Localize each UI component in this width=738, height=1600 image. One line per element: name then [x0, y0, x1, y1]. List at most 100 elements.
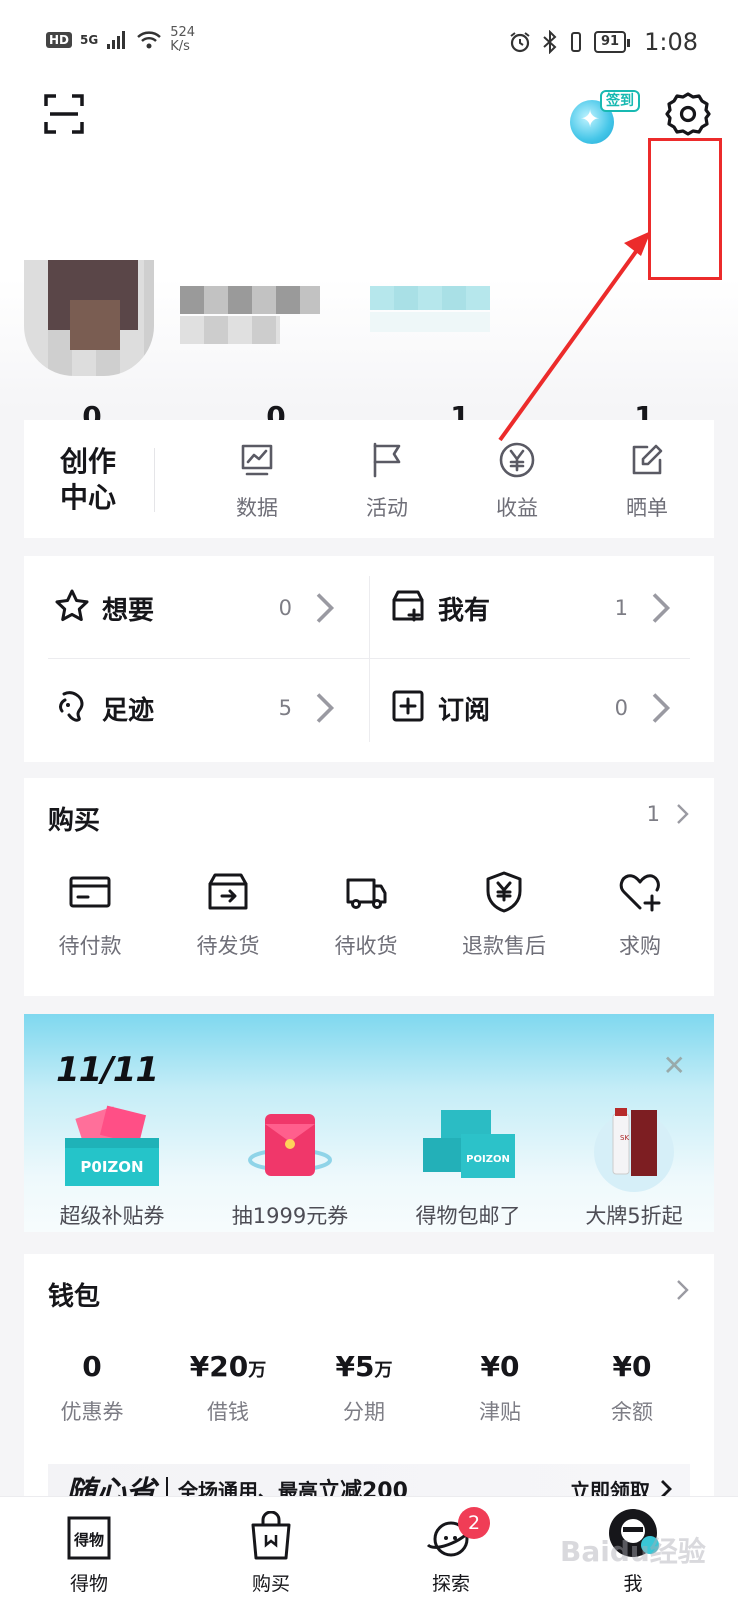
- promo-logo: 11/11: [56, 1050, 159, 1090]
- purchase-item-label: 待收货: [334, 934, 398, 958]
- svg-text:P0IZON: P0IZON: [80, 1158, 143, 1176]
- purchase-item-0[interactable]: 待付款: [30, 870, 150, 960]
- promo-image: POIZON: [413, 1104, 523, 1192]
- wallet-item-2[interactable]: ¥5万 分期: [304, 1350, 424, 1426]
- chart-icon: [237, 444, 277, 484]
- promo-banner[interactable]: 11/11 ✕ P0IZON 超级补贴券 抽1999元券 POIZON 得物包邮…: [24, 1014, 714, 1232]
- wallet-card: 钱包 0 优惠券 ¥20万 借钱 ¥5万 分期 ¥0 津贴 ¥0 余额 随心省 …: [24, 1254, 714, 1514]
- user-tag-blurred-2: [370, 312, 490, 332]
- creator-center-title[interactable]: 创作 中心: [60, 444, 120, 516]
- purchase-item-4[interactable]: 求购: [580, 870, 700, 960]
- promo-item-0[interactable]: P0IZON 超级补贴券: [32, 1104, 192, 1230]
- chevron-right-icon: [677, 1280, 689, 1300]
- promo-item-2[interactable]: POIZON 得物包邮了: [388, 1104, 548, 1230]
- net-speed-value: 524: [170, 25, 196, 40]
- gear-icon[interactable]: [664, 90, 712, 138]
- purchase-item-2[interactable]: 待收货: [306, 870, 426, 960]
- sign-in-label: 签到: [600, 90, 640, 112]
- wallet-value: 0: [32, 1350, 152, 1388]
- status-bar: HD 5G 524 K/s 91 1:08: [0, 0, 738, 80]
- collection-2[interactable]: 足迹 5: [54, 678, 354, 738]
- creator-item-0[interactable]: 数据: [212, 440, 302, 522]
- chevron-right-icon: [677, 804, 689, 824]
- tab-label: 购买: [251, 1573, 290, 1595]
- creator-item-2[interactable]: 收益: [472, 440, 562, 522]
- svg-text:SK: SK: [620, 1134, 629, 1142]
- collection-count: 0: [614, 696, 628, 720]
- wallet-label: 余额: [611, 1400, 653, 1424]
- creator-item-1[interactable]: 活动: [342, 440, 432, 522]
- purchase-item-label: 求购: [619, 934, 661, 958]
- collection-label: 足迹: [102, 695, 155, 726]
- promo-item-label: 超级补贴券: [59, 1204, 165, 1228]
- wallet-label: 借钱: [207, 1400, 249, 1424]
- battery-indicator: 91: [594, 31, 631, 53]
- wallet-value: ¥20万: [168, 1350, 288, 1388]
- purchase-all-link[interactable]: 1: [647, 802, 690, 826]
- username-blurred: [180, 286, 320, 314]
- purchase-item-3[interactable]: 退款售后: [444, 870, 564, 960]
- creator-item-3[interactable]: 晒单: [602, 440, 692, 522]
- purchase-item-label: 退款售后: [462, 934, 546, 958]
- promo-item-label: 得物包邮了: [415, 1204, 521, 1228]
- divider: [369, 576, 370, 742]
- divider: [154, 448, 155, 512]
- wallet-title: 钱包: [48, 1282, 101, 1312]
- creator-item-label: 活动: [366, 496, 408, 520]
- wallet-item-0[interactable]: 0 优惠券: [32, 1350, 152, 1426]
- user-tag-blurred: [370, 286, 490, 310]
- wallet-amount: ¥20: [189, 1350, 249, 1383]
- wallet-item-4[interactable]: ¥0 余额: [572, 1350, 692, 1426]
- shopping-bag-icon: [251, 1511, 291, 1560]
- collection-label: 我有: [438, 595, 491, 626]
- status-right: 91 1:08: [508, 28, 698, 56]
- wallet-unit: 万: [374, 1360, 393, 1381]
- flag-icon: [367, 442, 407, 484]
- net-speed: 524 K/s: [170, 26, 195, 54]
- scan-icon[interactable]: [44, 94, 84, 134]
- wallet-label: 津贴: [479, 1400, 521, 1424]
- collection-count: 1: [614, 596, 628, 620]
- tab-label: 探索: [431, 1573, 470, 1595]
- package-out-icon: [206, 873, 250, 918]
- tab-explore[interactable]: 2 探索: [386, 1497, 516, 1596]
- avatar[interactable]: [24, 260, 154, 376]
- status-left: HD 5G 524 K/s: [46, 26, 195, 54]
- purchase-count: 1: [646, 802, 660, 826]
- svg-text:POIZON: POIZON: [466, 1154, 510, 1165]
- tab-dewu[interactable]: 得物 得物: [24, 1497, 154, 1596]
- heart-plus-icon: [618, 874, 662, 918]
- dewu-logo-icon: 得物: [67, 1516, 111, 1560]
- promo-item-1[interactable]: 抽1999元券: [210, 1104, 370, 1230]
- promo-image: [235, 1104, 345, 1192]
- purchase-item-1[interactable]: 待发货: [168, 870, 288, 960]
- tab-me[interactable]: 我: [568, 1497, 698, 1596]
- collection-0[interactable]: 想要 0: [54, 578, 354, 638]
- collections-card: 想要 0 我有 1 足迹 5 订阅 0: [24, 556, 714, 762]
- collection-1[interactable]: 我有 1: [390, 578, 690, 638]
- cell-signal-icon: [107, 31, 126, 49]
- profile-header: 签到 0 获赞与收藏 0 粉丝 1 关注 1 动态: [0, 80, 738, 466]
- wallet-amount: ¥5: [335, 1350, 375, 1383]
- wallet-item-3[interactable]: ¥0 津贴: [440, 1350, 560, 1426]
- sign-in-button[interactable]: 签到: [570, 90, 640, 146]
- divider: [48, 658, 690, 659]
- vibrate-icon: [571, 32, 581, 52]
- wallet-item-1[interactable]: ¥20万 借钱: [168, 1350, 288, 1426]
- card-icon: [68, 876, 112, 918]
- promo-item-3[interactable]: SK 大牌5折起: [554, 1104, 714, 1230]
- wallet-more[interactable]: [674, 1278, 690, 1302]
- tab-buy[interactable]: 购买: [206, 1497, 336, 1596]
- hd-badge: HD: [46, 32, 73, 48]
- close-icon[interactable]: ✕: [663, 1052, 686, 1080]
- plus-square-icon: [390, 688, 438, 728]
- chevron-right-icon: [652, 593, 671, 623]
- chevron-right-icon: [652, 693, 671, 723]
- bottom-tab-bar: 得物 得物 购买 2 探索 我: [0, 1496, 738, 1600]
- promo-item-label: 大牌5折起: [585, 1204, 683, 1228]
- collection-label: 想要: [102, 595, 155, 626]
- purchase-title: 购买: [48, 806, 101, 836]
- collection-3[interactable]: 订阅 0: [390, 678, 690, 738]
- notification-badge: 2: [458, 1507, 490, 1539]
- annotation-highlight-box: [648, 138, 722, 280]
